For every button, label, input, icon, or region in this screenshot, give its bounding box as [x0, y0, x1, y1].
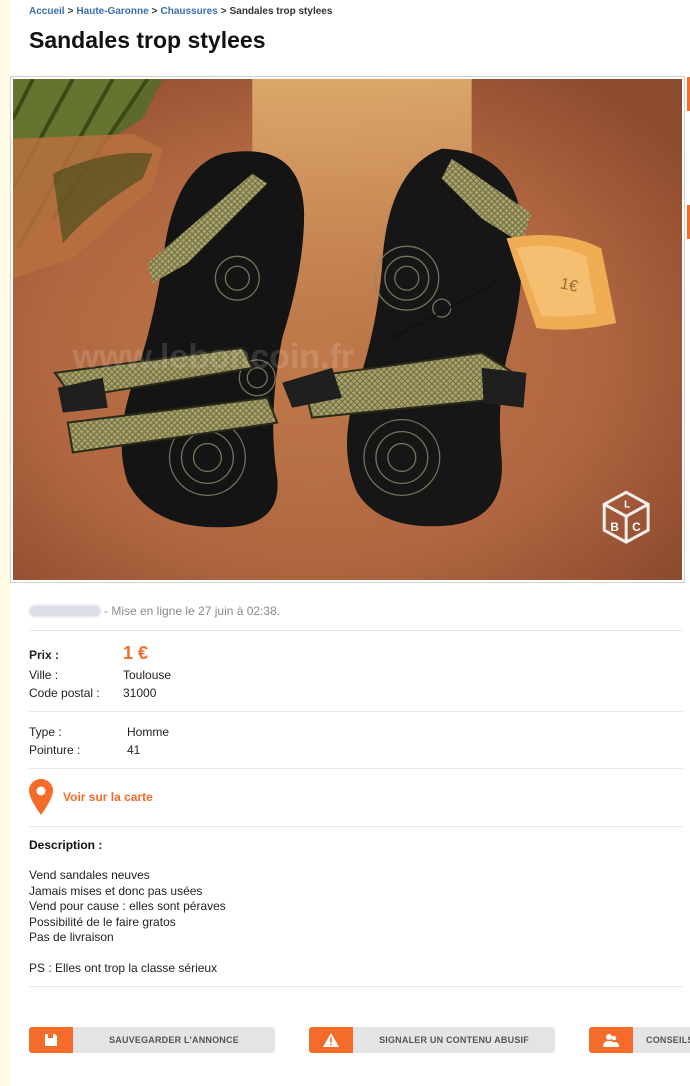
- left-margin-strip: [0, 0, 10, 1086]
- watermark-text: www.leboncoin.fr: [72, 338, 354, 376]
- lbc-badge-letter-l: L: [624, 499, 630, 510]
- floppy-disk-icon: [45, 1034, 57, 1046]
- description-line: Pas de livraison: [29, 930, 114, 945]
- blurred-username: [29, 605, 101, 617]
- lbc-badge-letter-c: C: [632, 520, 641, 534]
- report-abuse-button[interactable]: SIGNALER UN CONTENU ABUSIF: [309, 1027, 555, 1053]
- view-on-map-link[interactable]: Voir sur la carte: [29, 779, 153, 815]
- zip-value: 31000: [123, 686, 157, 700]
- divider: [29, 711, 683, 712]
- advice-button[interactable]: CONSEILS: [589, 1027, 690, 1053]
- users-icon: [603, 1034, 619, 1047]
- description-body: Vend sandales neuves Jamais mises et don…: [29, 868, 226, 977]
- description-line: Possibilité de le faire gratos: [29, 914, 176, 929]
- type-value: Homme: [127, 725, 170, 739]
- breadcrumb-separator: >: [220, 6, 227, 17]
- city-value: Toulouse: [123, 668, 172, 682]
- zip-row: Code postal : 31000: [29, 686, 156, 700]
- advice-icon-box: [589, 1027, 633, 1053]
- breadcrumb-category-link[interactable]: Chaussures: [161, 6, 218, 17]
- price-value: 1 €: [123, 643, 149, 663]
- description-title: Description :: [29, 838, 103, 852]
- save-listing-label: SAUVEGARDER L'ANNONCE: [109, 1035, 239, 1045]
- city-row: Ville : Toulouse: [29, 668, 171, 682]
- divider: [29, 986, 683, 987]
- sandals-photo-image: 1€ www.leboncoin.fr L B C: [13, 79, 682, 580]
- description-line: Vend sandales neuves: [29, 868, 150, 882]
- description-ps: PS : Elles ont trop la classe sérieux: [29, 960, 218, 975]
- advice-label: CONSEILS: [646, 1035, 690, 1045]
- city-label: Ville :: [29, 668, 59, 682]
- breadcrumb-separator: >: [67, 6, 74, 17]
- description-line: Vend pour cause : elles sont péraves: [29, 899, 226, 914]
- divider: [29, 630, 683, 631]
- breadcrumb: Accueil > Haute-Garonne > Chaussures > Sandale…: [29, 6, 332, 17]
- page-title: Sandales trop stylees: [29, 27, 266, 53]
- divider: [29, 826, 683, 827]
- type-label: Type :: [29, 725, 62, 739]
- report-icon-box: [309, 1027, 353, 1053]
- type-row: Type : Homme: [29, 725, 169, 739]
- save-listing-button[interactable]: SAUVEGARDER L'ANNONCE: [29, 1027, 275, 1053]
- lbc-badge-letter-b: B: [610, 520, 619, 534]
- breadcrumb-home-link[interactable]: Accueil: [29, 6, 65, 17]
- posted-date-text: - Mise en ligne le 27 juin à 02:38.: [104, 604, 281, 618]
- breadcrumb-current: Sandales trop stylees: [229, 6, 333, 17]
- size-row: Pointure : 41: [29, 743, 140, 757]
- map-pin-icon: [29, 779, 53, 815]
- view-on-map-label: Voir sur la carte: [63, 790, 153, 804]
- breadcrumb-region-link[interactable]: Haute-Garonne: [76, 6, 148, 17]
- divider: [29, 768, 683, 769]
- description-line: Jamais mises et donc pas usées: [29, 883, 203, 898]
- zip-label: Code postal :: [29, 686, 100, 700]
- price-row: Prix : 1 €: [29, 643, 148, 664]
- breadcrumb-separator: >: [151, 6, 158, 17]
- size-label: Pointure :: [29, 743, 81, 757]
- report-abuse-label: SIGNALER UN CONTENU ABUSIF: [379, 1035, 529, 1045]
- save-icon-box: [29, 1027, 73, 1053]
- size-value: 41: [127, 743, 141, 757]
- price-tag-text: 1€: [559, 275, 580, 295]
- posted-meta: - Mise en ligne le 27 juin à 02:38.: [29, 604, 280, 618]
- warning-icon: [323, 1033, 339, 1047]
- price-label: Prix :: [29, 648, 60, 662]
- listing-photo[interactable]: 1€ www.leboncoin.fr L B C: [10, 76, 685, 583]
- description-gap: [29, 946, 226, 961]
